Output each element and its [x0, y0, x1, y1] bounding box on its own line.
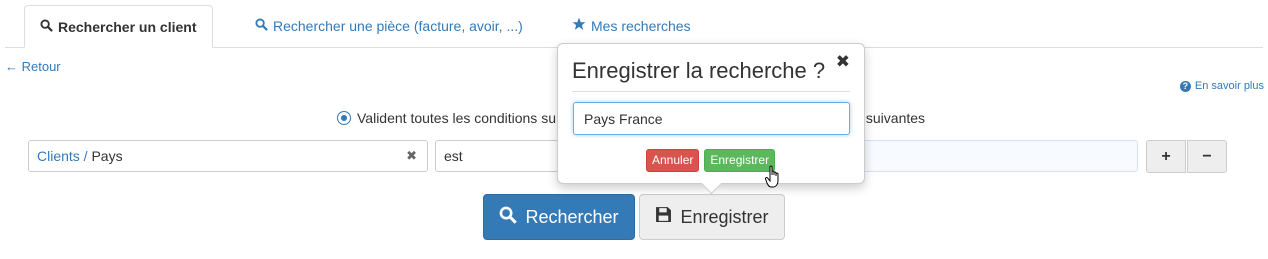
criteria-value-input[interactable]: [850, 140, 1138, 172]
close-icon[interactable]: ✖: [836, 52, 850, 72]
condition-option[interactable]: Valident toutes les conditions su: [337, 110, 556, 126]
search-icon: [499, 206, 518, 229]
operator-value: est: [444, 148, 463, 164]
condition-text-tail: s suivantes: [855, 110, 926, 126]
field-category: Clients: [37, 148, 80, 164]
star-icon: [572, 6, 586, 47]
add-condition-button[interactable]: +: [1146, 140, 1186, 173]
field-name: Pays: [91, 148, 123, 164]
hand-pointer-cursor-icon: [764, 165, 785, 192]
search-icon: [40, 7, 53, 48]
back-link[interactable]: ← Retour: [5, 59, 61, 74]
tab-label: Rechercher un client: [58, 18, 197, 35]
field-separator: /: [79, 148, 92, 164]
save-search-popover: Enregistrer la recherche ? ✖ Annuler Enr…: [557, 43, 865, 195]
cancel-button[interactable]: Annuler: [646, 149, 700, 172]
tab-search-client[interactable]: Rechercher un client: [24, 5, 213, 48]
tab-bar: Rechercher un client Rechercher une pièc…: [5, 0, 1263, 48]
question-circle-icon: ?: [1179, 80, 1191, 92]
popover-divider: [572, 91, 850, 92]
search-button[interactable]: Rechercher: [483, 194, 635, 240]
condition-text: Valident toutes les conditions su: [357, 110, 556, 126]
search-button-label: Rechercher: [525, 206, 619, 227]
tab-my-searches[interactable]: Mes recherches: [556, 5, 707, 46]
tab-search-document[interactable]: Rechercher une pièce (facture, avoir, ..…: [239, 5, 539, 46]
popover-title: Enregistrer la recherche ?: [572, 58, 826, 83]
help-link[interactable]: ? En savoir plus: [1179, 80, 1264, 92]
remove-condition-button[interactable]: −: [1187, 140, 1227, 173]
search-icon: [255, 6, 268, 47]
floppy-disk-icon: [655, 206, 672, 228]
search-name-input[interactable]: [573, 102, 850, 135]
tab-label: Rechercher une pièce (facture, avoir, ..…: [273, 17, 523, 34]
save-button-label: Enregistrer: [680, 206, 769, 227]
clear-field-icon[interactable]: ✖: [406, 141, 417, 171]
popover-arrow: [700, 172, 723, 195]
radio-selected[interactable]: [337, 111, 351, 125]
tab-label: Mes recherches: [591, 17, 691, 34]
save-search-button[interactable]: Enregistrer: [639, 194, 785, 240]
criteria-field-select[interactable]: Clients / Pays ✖: [28, 140, 428, 172]
help-link-label: En savoir plus: [1194, 80, 1264, 92]
